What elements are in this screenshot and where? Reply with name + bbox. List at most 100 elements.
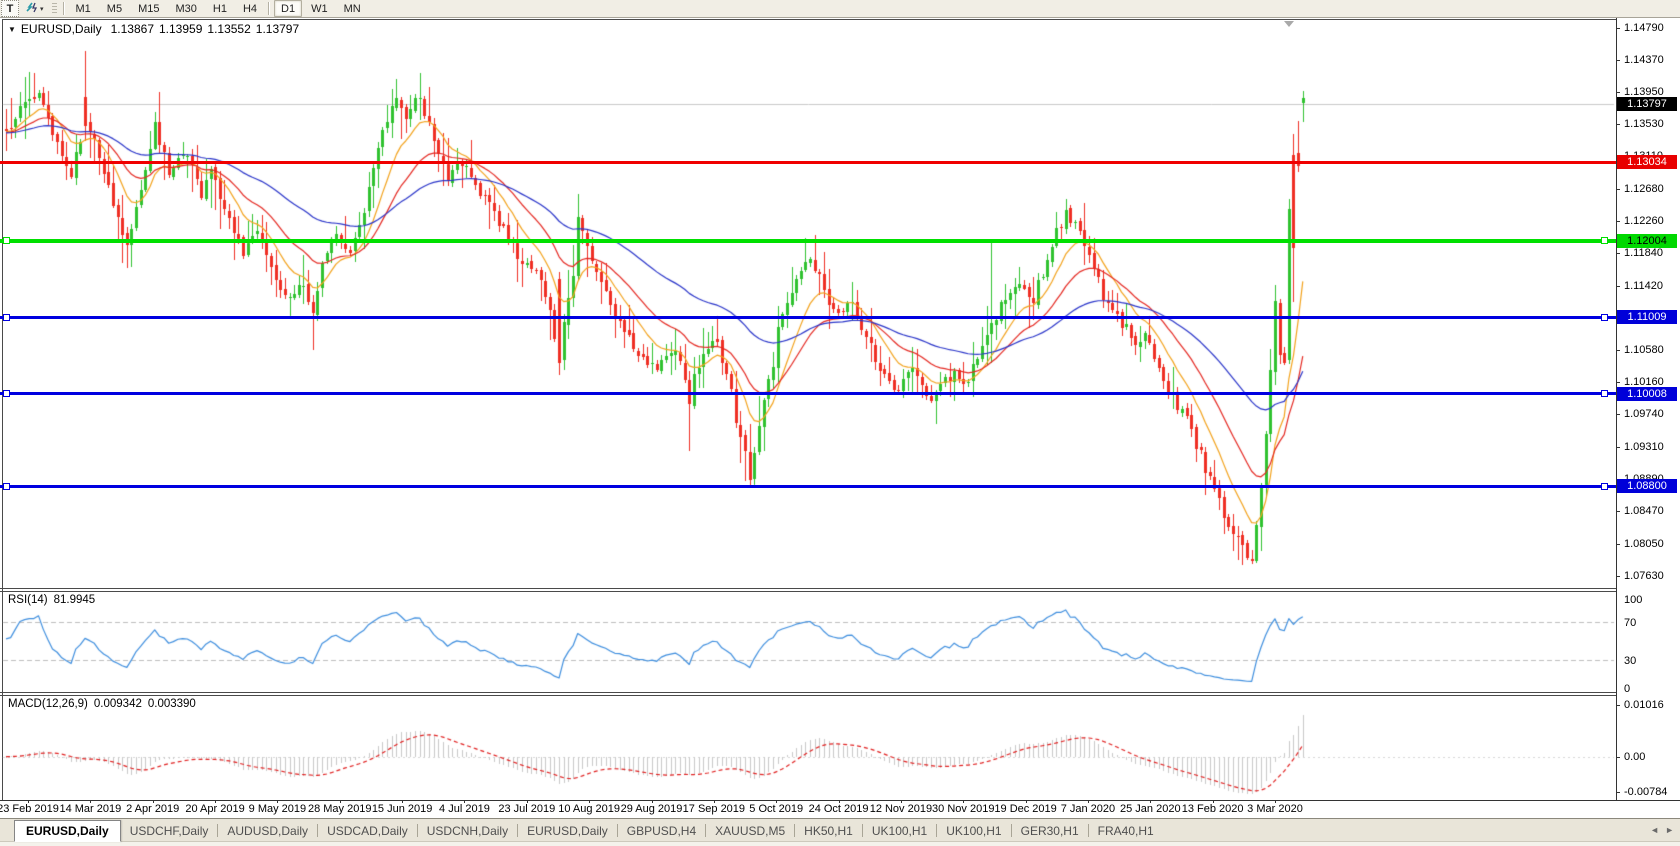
rsi-value: 81.9945 <box>54 594 96 606</box>
timeframe-button-m15[interactable]: M15 <box>131 0 166 17</box>
time-axis[interactable]: 23 Feb 201914 Mar 20192 Apr 201920 Apr 2… <box>0 801 1680 818</box>
chart-tab-usdcad-daily[interactable]: USDCAD,Daily <box>318 821 417 840</box>
rsi-name: RSI(14) <box>8 594 48 606</box>
price-badge-current-price: 1.13797 <box>1617 97 1677 111</box>
chart-tab-gbpusd-h4[interactable]: GBPUSD,H4 <box>618 821 705 840</box>
price-axis-tick-label: 1.09310 <box>1624 441 1664 453</box>
horizontal-line-object[interactable] <box>0 316 1616 319</box>
time-axis-label: 25 Jan 2020 <box>1120 803 1181 815</box>
line-handle-icon[interactable] <box>1601 483 1608 490</box>
chart-tab-eurusd-daily[interactable]: EURUSD,Daily <box>518 821 617 840</box>
line-handle-icon[interactable] <box>3 314 10 321</box>
price-axis-tick-label: 1.07630 <box>1624 570 1664 582</box>
time-axis-label: 19 Dec 2019 <box>994 803 1056 815</box>
line-handle-icon[interactable] <box>3 483 10 490</box>
symbol-label: EURUSD,Daily <box>21 22 102 36</box>
toolbar-separator <box>63 2 65 15</box>
open-value: 1.13867 <box>111 22 154 36</box>
high-value: 1.13959 <box>159 22 202 36</box>
macd-signal-value: 0.003390 <box>148 698 196 710</box>
timeframe-button-d1[interactable]: D1 <box>274 0 302 17</box>
horizontal-line-object[interactable] <box>0 392 1616 395</box>
price-axis-tick-label: 1.14790 <box>1624 22 1664 34</box>
timeframe-button-mn[interactable]: MN <box>337 0 368 17</box>
price-chart-canvas[interactable] <box>0 18 1616 800</box>
timeframe-button-h1[interactable]: H1 <box>206 0 234 17</box>
time-axis-label: 5 Oct 2019 <box>749 803 803 815</box>
macd-label: MACD(12,26,9) 0.009342 0.003390 <box>8 698 196 710</box>
time-axis-label: 29 Aug 2019 <box>621 803 683 815</box>
price-axis-line <box>1616 18 1617 800</box>
time-axis-label: 17 Sep 2019 <box>683 803 745 815</box>
price-axis-tick-label: 1.11840 <box>1624 247 1663 259</box>
chart-tab-uk100-h1[interactable]: UK100,H1 <box>863 821 936 840</box>
price-badge-resistance: 1.13034 <box>1617 155 1677 169</box>
timeframe-button-h4[interactable]: H4 <box>236 0 264 17</box>
toolbar: T ▾ M1M5M15M30H1H4 D1W1MN <box>0 0 1680 18</box>
line-handle-icon[interactable] <box>3 237 10 244</box>
line-handle-icon[interactable] <box>3 390 10 397</box>
rsi-axis-label: 70 <box>1624 617 1636 629</box>
symbol-dropdown-icon[interactable]: ▼ <box>8 25 16 34</box>
timeframe-button-m1[interactable]: M1 <box>69 0 98 17</box>
time-axis-label: 24 Oct 2019 <box>809 803 869 815</box>
chart-tab-eurusd-daily[interactable]: EURUSD,Daily <box>14 820 121 842</box>
time-axis-label: 9 May 2019 <box>249 803 306 815</box>
tab-scroll-nav: ◄ ► <box>1650 825 1674 835</box>
text-tool-button[interactable]: T <box>1 0 19 17</box>
cursor-arrows-icon <box>25 1 38 16</box>
line-handle-icon[interactable] <box>1601 314 1608 321</box>
timeframe-button-m30[interactable]: M30 <box>168 0 203 17</box>
price-axis-tick-label: 1.10580 <box>1624 344 1664 356</box>
mt4-chart-window: T ▾ M1M5M15M30H1H4 D1W1MN ▼ EURUSD,Daily … <box>0 0 1680 846</box>
time-axis-label: 28 May 2019 <box>308 803 372 815</box>
chart-tab-usdcnh-daily[interactable]: USDCNH,Daily <box>418 821 517 840</box>
macd-main-value: 0.009342 <box>94 698 142 710</box>
toolbar-separator <box>268 2 270 15</box>
cursor-arrows-button[interactable]: ▾ <box>21 0 48 17</box>
time-axis-label: 4 Jul 2019 <box>439 803 490 815</box>
chart-shift-marker-icon[interactable] <box>1284 21 1294 27</box>
line-handle-icon[interactable] <box>1601 390 1608 397</box>
line-handle-icon[interactable] <box>1601 237 1608 244</box>
price-axis-tick-label: 1.08470 <box>1624 505 1664 517</box>
chart-ohlc-header: ▼ EURUSD,Daily 1.13867 1.13959 1.13552 1… <box>8 22 299 36</box>
timeframe-button-w1[interactable]: W1 <box>304 0 335 17</box>
chart-tab-fra40-h1[interactable]: FRA40,H1 <box>1089 821 1163 840</box>
tab-scroll-right-icon[interactable]: ► <box>1665 825 1674 835</box>
time-axis-label: 13 Feb 2020 <box>1182 803 1244 815</box>
rsi-label: RSI(14) 81.9945 <box>8 594 95 606</box>
price-axis-tick-label: 1.08050 <box>1624 538 1664 550</box>
macd-name: MACD(12,26,9) <box>8 698 88 710</box>
close-value: 1.13797 <box>256 22 299 36</box>
chart-tab-usdchf-daily[interactable]: USDCHF,Daily <box>121 821 218 840</box>
macd-axis-label: 0.01016 <box>1624 699 1664 711</box>
time-axis-label: 2 Apr 2019 <box>126 803 179 815</box>
rsi-axis-label: 0 <box>1624 683 1630 695</box>
horizontal-line-object[interactable] <box>0 239 1616 243</box>
tab-scroll-left-icon[interactable]: ◄ <box>1650 825 1659 835</box>
chart-tab-uk100-h1[interactable]: UK100,H1 <box>937 821 1010 840</box>
time-axis-label: 12 Nov 2019 <box>870 803 932 815</box>
chart-tab-audusd-daily[interactable]: AUDUSD,Daily <box>218 821 317 840</box>
time-axis-label: 23 Jul 2019 <box>498 803 555 815</box>
chart-tab-xauusd-m5[interactable]: XAUUSD,M5 <box>706 821 794 840</box>
horizontal-line-object[interactable] <box>0 485 1616 488</box>
timeframe-button-m5[interactable]: M5 <box>100 0 129 17</box>
price-badge-support: 1.11009 <box>1617 310 1677 324</box>
rsi-axis-label: 30 <box>1624 655 1636 667</box>
price-badge-support: 1.12004 <box>1617 234 1677 248</box>
chart-tab-hk50-h1[interactable]: HK50,H1 <box>795 821 862 840</box>
price-axis-tick-label: 1.09740 <box>1624 408 1664 420</box>
price-axis-tick-label: 1.11420 <box>1624 280 1663 292</box>
price-axis-tick-label: 1.12260 <box>1624 215 1664 227</box>
macd-axis-label: 0.00 <box>1624 751 1645 763</box>
time-axis-label: 7 Jan 2020 <box>1061 803 1115 815</box>
chart-tab-bar: EURUSD,DailyUSDCHF,DailyAUDUSD,DailyUSDC… <box>0 818 1680 846</box>
horizontal-line-object[interactable] <box>0 161 1616 164</box>
toolbar-grip[interactable] <box>52 3 57 15</box>
time-axis-label: 20 Apr 2019 <box>185 803 244 815</box>
chart-tab-ger30-h1[interactable]: GER30,H1 <box>1012 821 1088 840</box>
price-axis[interactable]: 1.147901.143701.139501.135301.131101.126… <box>1617 18 1680 800</box>
price-axis-tick-label: 1.14370 <box>1624 54 1664 66</box>
